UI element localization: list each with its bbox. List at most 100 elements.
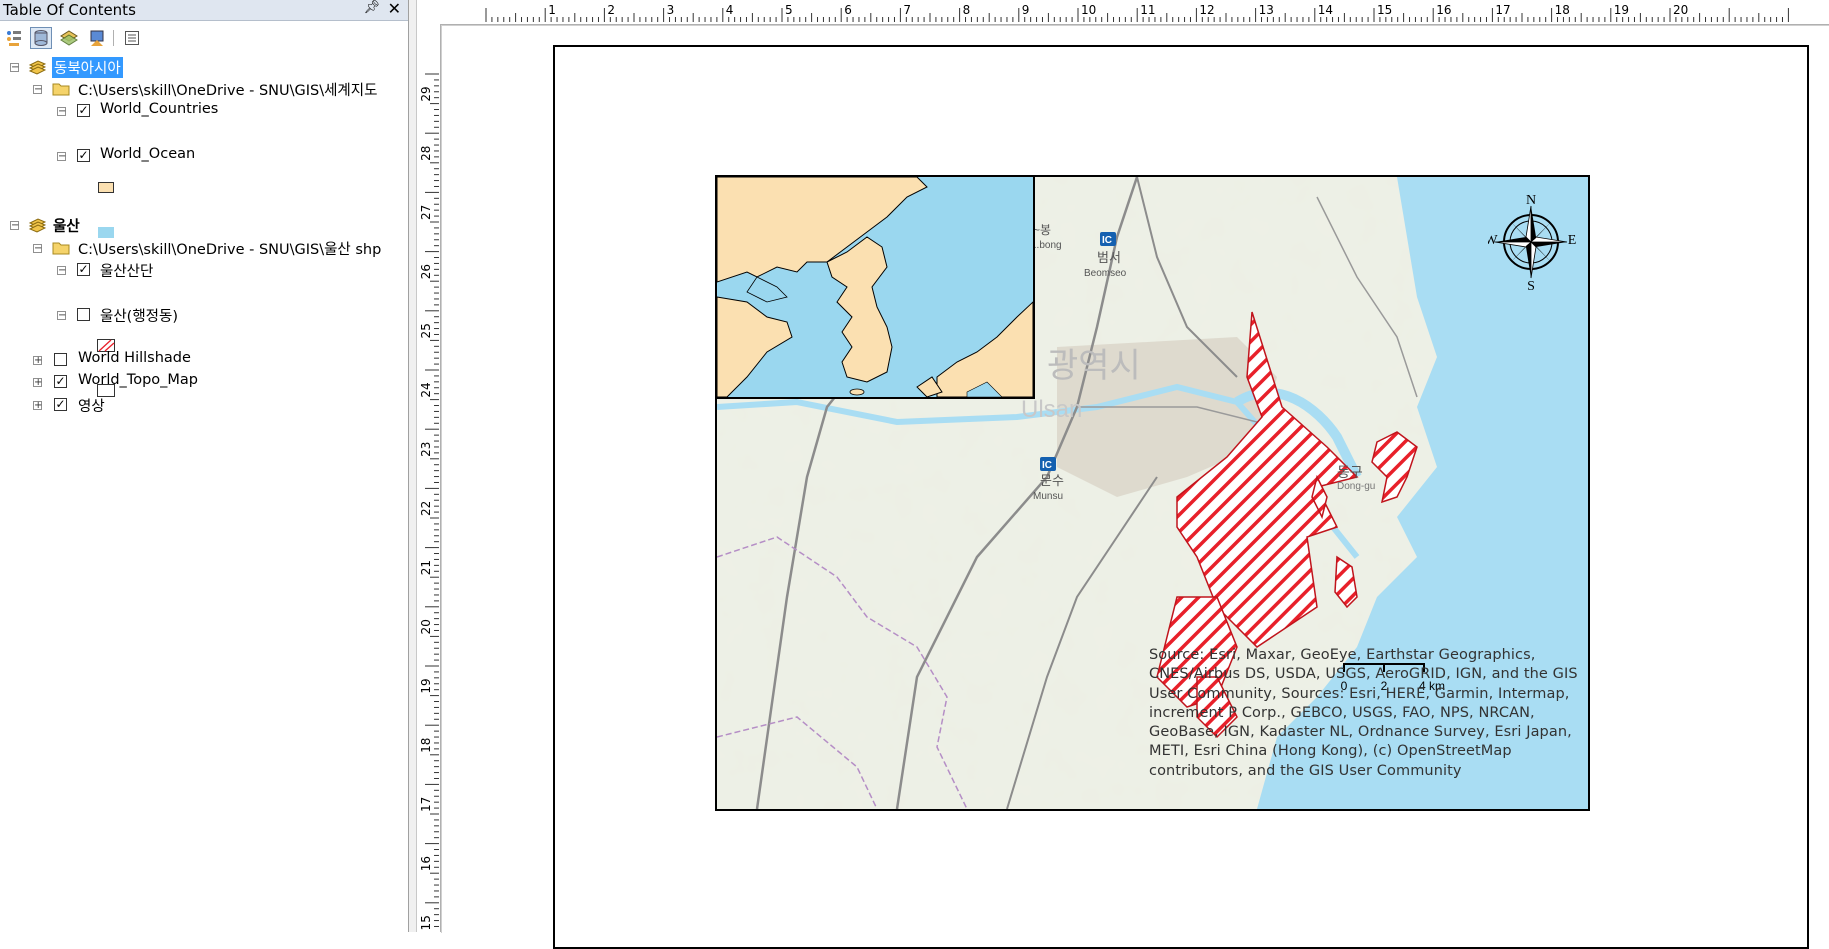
ruler-label: 3: [667, 3, 675, 17]
close-icon[interactable]: ✕: [388, 0, 401, 18]
ruler-label: 20: [419, 619, 433, 634]
map-label-munsu-en: Munsu: [1033, 491, 1063, 502]
map-label-beomseo-en: Beomseo: [1084, 268, 1127, 279]
layer-visibility-checkbox[interactable]: ✓: [54, 398, 67, 411]
map-label-city-en: Ulsan: [1021, 396, 1082, 423]
expand-toggle[interactable]: +: [33, 378, 42, 388]
ruler-label: 6: [844, 3, 852, 17]
layer-label[interactable]: World_Countries: [100, 101, 218, 117]
layer-label[interactable]: World Hillshade: [78, 350, 191, 366]
ruler-label: 16: [1436, 3, 1451, 17]
layer-visibility-checkbox[interactable]: ✓: [54, 375, 67, 388]
legend-swatch-land: [98, 182, 114, 193]
pin-icon[interactable]: 📌︎: [363, 0, 380, 15]
list-by-drawing-order-icon[interactable]: [3, 27, 25, 49]
horizontal-ruler: 1 2 3 4 5 6 7 8 9 10 11 12 13 14 15 16 17 18 19 20: [418, 0, 1829, 25]
collapse-toggle[interactable]: −: [57, 107, 66, 117]
ruler-label: 18: [419, 738, 433, 753]
layer-visibility-checkbox[interactable]: [54, 353, 67, 366]
list-by-selection-icon[interactable]: [86, 27, 108, 49]
layer-visibility-checkbox[interactable]: ✓: [77, 149, 90, 162]
ruler-label: 12: [1199, 3, 1214, 17]
map-label-donggu-en: Dong-gu: [1337, 481, 1375, 492]
inset-locator-map[interactable]: [715, 175, 1035, 399]
layer-row-imagery[interactable]: + ✓ 영상: [0, 395, 408, 415]
options-icon[interactable]: [121, 27, 143, 49]
layer-group-northeast-asia[interactable]: − 동북아시아: [0, 57, 408, 78]
layer-row-world-hillshade[interactable]: + World Hillshade: [0, 350, 408, 370]
ruler-label: 17: [419, 797, 433, 812]
ruler-label: 22: [419, 501, 433, 516]
source-path-label: C:\Users\skill\OneDrive - SNU\GIS\울산 shp: [78, 242, 382, 258]
compass-e: E: [1568, 233, 1577, 248]
ruler-label: 18: [1555, 3, 1570, 17]
list-by-source-icon[interactable]: [30, 27, 52, 49]
ruler-label: 8: [963, 3, 971, 17]
toc-title: Table Of Contents: [3, 1, 136, 19]
ruler-label: 4: [726, 3, 734, 17]
toc-titlebar: Table Of Contents 📌︎ ✕: [0, 0, 408, 21]
expand-toggle[interactable]: +: [33, 356, 42, 366]
data-frame-label[interactable]: 울산: [53, 215, 80, 236]
ruler-label: 19: [419, 678, 433, 693]
data-frame-label[interactable]: 동북아시아: [52, 57, 123, 78]
collapse-toggle[interactable]: −: [10, 63, 19, 73]
layer-label[interactable]: 울산(행정동): [100, 305, 178, 326]
table-of-contents-panel: Table Of Contents 📌︎ ✕ − 동북아시아 − C:\User…: [0, 0, 409, 932]
layer-row-ulsan-admin[interactable]: − 울산(행정동): [0, 305, 408, 325]
collapse-toggle[interactable]: −: [57, 152, 66, 162]
layer-visibility-checkbox[interactable]: ✓: [77, 263, 90, 276]
collapse-toggle[interactable]: −: [33, 244, 42, 254]
layer-group-ulsan[interactable]: − 울산: [0, 215, 408, 235]
data-frame-icon: [28, 60, 46, 75]
ruler-label: 1: [548, 3, 556, 17]
layer-row-world-topo-map[interactable]: + ✓ World_Topo_Map: [0, 372, 408, 392]
service-layer-credits[interactable]: Source: Esri, Maxar, GeoEye, Earthstar G…: [1149, 646, 1579, 781]
layer-visibility-checkbox[interactable]: [77, 308, 90, 321]
map-label-city-ko: 광역시: [1047, 347, 1141, 385]
north-arrow-compass[interactable]: N S E W: [1488, 192, 1578, 292]
ruler-label: 11: [1140, 3, 1155, 17]
ruler-label: 28: [419, 146, 433, 161]
ruler-label: 23: [419, 442, 433, 457]
layer-row-world-countries[interactable]: − ✓ World_Countries: [0, 101, 408, 121]
map-label-munsu-ko: 문수: [1040, 473, 1064, 488]
source-path-label: C:\Users\skill\OneDrive - SNU\GIS\세계지도: [78, 83, 378, 99]
layer-row-industrial-complex[interactable]: − ✓ 울산산단: [0, 260, 408, 280]
ruler-label: 9: [1022, 3, 1030, 17]
map-label-beomseo-ko: 범서: [1097, 250, 1121, 265]
layer-label[interactable]: 영상: [78, 395, 105, 416]
toolbar-separator: [113, 30, 114, 46]
ruler-label: 7: [903, 3, 911, 17]
map-label-bong-en: ...bong: [1031, 240, 1062, 251]
expand-toggle[interactable]: +: [33, 401, 42, 411]
ruler-label: 27: [419, 205, 433, 220]
ruler-label: 13: [1259, 3, 1274, 17]
layer-row-world-ocean[interactable]: − ✓ World_Ocean: [0, 146, 408, 166]
ic-badge-text: IC: [1102, 235, 1112, 246]
folder-icon: [52, 242, 70, 255]
layer-visibility-checkbox[interactable]: ✓: [77, 104, 90, 117]
list-by-visibility-icon[interactable]: [58, 27, 80, 49]
northeast-asia-map: [717, 177, 1033, 397]
collapse-toggle[interactable]: −: [33, 85, 42, 95]
source-folder-row[interactable]: − C:\Users\skill\OneDrive - SNU\GIS\세계지도: [0, 79, 408, 99]
ruler-label: 21: [419, 560, 433, 575]
splitter[interactable]: [409, 0, 417, 932]
data-frame-icon: [28, 218, 46, 233]
layer-label[interactable]: 울산산단: [100, 260, 153, 281]
source-folder-row[interactable]: − C:\Users\skill\OneDrive - SNU\GIS\울산 s…: [0, 238, 408, 258]
folder-icon: [52, 83, 70, 96]
map-label-bong-ko: ~봉: [1033, 223, 1051, 237]
ruler-label: 16: [419, 856, 433, 871]
ruler-label: 10: [1081, 3, 1096, 17]
layer-label[interactable]: World_Topo_Map: [78, 372, 198, 388]
collapse-toggle[interactable]: −: [57, 311, 66, 321]
collapse-toggle[interactable]: −: [10, 221, 19, 231]
ruler-label: 20: [1673, 3, 1688, 17]
ruler-label: 14: [1318, 3, 1333, 17]
layer-label[interactable]: World_Ocean: [100, 146, 195, 162]
collapse-toggle[interactable]: −: [57, 266, 66, 276]
ruler-label: 5: [785, 3, 793, 17]
ruler-label: 29: [419, 86, 433, 101]
